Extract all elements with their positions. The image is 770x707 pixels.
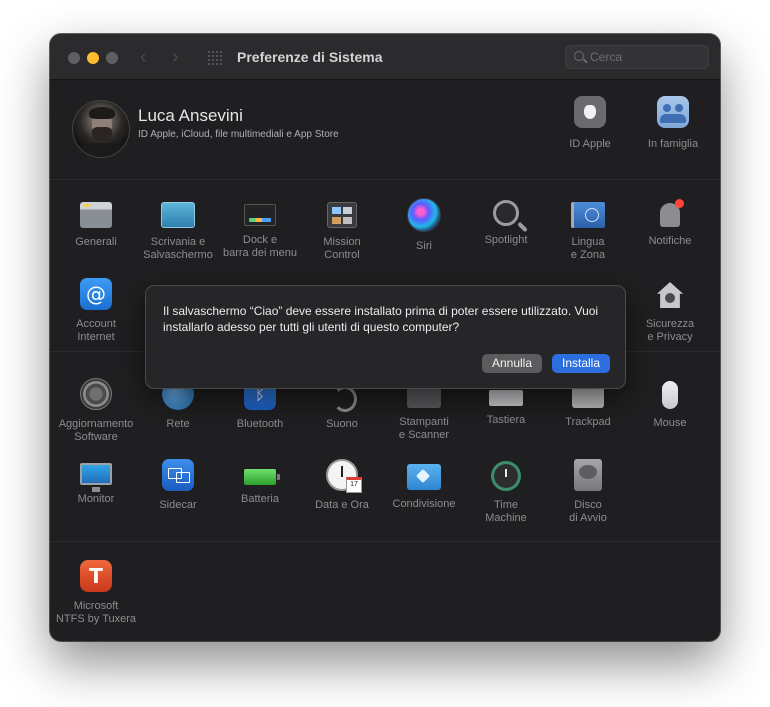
language-region-icon (571, 202, 605, 228)
time-machine-icon (491, 461, 521, 491)
sharing-icon (407, 464, 441, 490)
date-time-icon (326, 459, 362, 493)
title-bar: ‹ › Preferenze di Sistema (50, 34, 720, 80)
pref-label: Sicurezza e Privacy (645, 318, 695, 343)
pref-label: Trackpad (565, 416, 611, 428)
software-update-icon (80, 378, 112, 410)
siri-icon (407, 198, 441, 232)
pref-internet-accounts[interactable]: @ Account Internet (54, 278, 138, 343)
sidecar-icon (162, 459, 194, 491)
battery-icon (244, 469, 280, 485)
zoom-window-button[interactable] (106, 52, 118, 64)
mission-control-icon (327, 202, 357, 228)
show-all-grid-icon[interactable] (208, 51, 222, 65)
dock-icon (244, 204, 276, 226)
install-button[interactable]: Installa (552, 354, 610, 373)
pref-spotlight[interactable]: Spotlight (464, 198, 548, 247)
pref-label: Sidecar (159, 499, 197, 511)
pref-label: Notifiche (648, 235, 692, 247)
tuxera-ntfs-icon: T (80, 560, 112, 592)
internet-accounts-icon: @ (80, 278, 112, 310)
pref-general[interactable]: Generali (54, 198, 138, 249)
pref-label: Condivisione (392, 498, 456, 510)
pref-time-machine[interactable]: Time Machine (464, 459, 548, 524)
pref-label: Data e Ora (315, 499, 369, 511)
family-sharing-pref[interactable]: In famiglia (633, 96, 713, 151)
pref-mission-control[interactable]: Mission Control (300, 198, 384, 261)
pref-label: Scrivania e Salvaschermo (143, 236, 213, 261)
window-title: Preferenze di Sistema (237, 49, 383, 65)
pref-software-update[interactable]: Aggiornamento Software (54, 378, 138, 443)
pref-sharing[interactable]: Condivisione (382, 459, 466, 511)
pref-siri[interactable]: Siri (382, 198, 466, 253)
pref-mouse[interactable]: Mouse (628, 378, 712, 430)
cancel-button[interactable]: Annulla (482, 354, 542, 373)
pref-label: Account Internet (76, 318, 116, 343)
pref-label: Rete (166, 418, 190, 430)
spotlight-icon (493, 200, 519, 226)
back-arrow-icon[interactable]: ‹ (140, 45, 147, 69)
pref-label: Suono (326, 418, 358, 430)
pref-startup-disk[interactable]: Disco di Avvio (546, 459, 630, 524)
apple-id-pref[interactable]: ID Apple (550, 96, 630, 151)
mouse-icon (662, 381, 678, 409)
forward-arrow-icon[interactable]: › (172, 45, 179, 69)
pref-language-region[interactable]: Lingua e Zona (546, 198, 630, 261)
general-icon (80, 202, 112, 228)
pref-label: Monitor (77, 493, 115, 505)
search-field[interactable] (565, 45, 709, 69)
notifications-icon (660, 199, 684, 227)
pref-sidecar[interactable]: Sidecar (136, 459, 220, 512)
apple-id-icon (574, 96, 606, 128)
startup-disk-icon (574, 459, 602, 491)
desktop-screensaver-icon (161, 202, 195, 228)
pref-security-privacy[interactable]: Sicurezza e Privacy (628, 278, 712, 343)
pref-displays[interactable]: Monitor (54, 459, 138, 506)
search-input[interactable] (590, 48, 700, 66)
pref-label: Siri (416, 240, 432, 252)
pref-label: Time Machine (485, 499, 527, 524)
close-window-button[interactable] (68, 52, 80, 64)
alert-message: Il salvaschermo “Ciao” deve essere insta… (163, 304, 599, 334)
pref-label: Bluetooth (236, 418, 284, 430)
apple-id-label: ID Apple (569, 138, 611, 150)
security-privacy-icon (654, 280, 686, 310)
family-sharing-icon (657, 96, 689, 128)
pref-notifications[interactable]: Notifiche (628, 198, 712, 248)
pref-label: Stampanti e Scanner (398, 416, 450, 441)
trackpad-icon (572, 386, 604, 408)
pref-battery[interactable]: Batteria (218, 459, 302, 506)
user-subtitle: ID Apple, iCloud, file multimediali e Ap… (138, 129, 339, 140)
pref-label: Mouse (653, 417, 687, 429)
displays-icon (80, 463, 112, 492)
pref-label: Tastiera (486, 414, 526, 426)
pref-desktop-screensaver[interactable]: Scrivania e Salvaschermo (136, 198, 220, 261)
keyboard-icon (489, 390, 523, 406)
install-screensaver-alert: Il salvaschermo “Ciao” deve essere insta… (145, 285, 626, 389)
pref-label: Disco di Avvio (569, 499, 607, 524)
printers-scanners-icon (407, 386, 441, 408)
pref-label: Aggiornamento Software (58, 418, 134, 443)
minimize-window-button[interactable] (87, 52, 99, 64)
third-party-prefs-section: T Microsoft NTFS by Tuxera (50, 542, 720, 641)
family-sharing-label: In famiglia (647, 138, 699, 150)
pref-label: Spotlight (484, 234, 528, 246)
user-section: Luca Ansevini ID Apple, iCloud, file mul… (50, 80, 720, 180)
pref-label: Lingua e Zona (570, 236, 606, 261)
pref-label: Dock e barra dei menu (223, 234, 297, 259)
pref-label: Microsoft NTFS by Tuxera (55, 600, 137, 625)
pref-label: Generali (75, 236, 117, 248)
user-name[interactable]: Luca Ansevini (138, 105, 243, 127)
pref-tuxera-ntfs[interactable]: T Microsoft NTFS by Tuxera (54, 560, 138, 625)
search-icon (574, 51, 584, 61)
pref-dock[interactable]: Dock e barra dei menu (218, 198, 302, 259)
pref-date-time[interactable]: Data e Ora (300, 459, 384, 512)
avatar[interactable] (72, 100, 130, 158)
pref-label: Batteria (241, 493, 279, 505)
pref-label: Mission Control (323, 236, 361, 261)
